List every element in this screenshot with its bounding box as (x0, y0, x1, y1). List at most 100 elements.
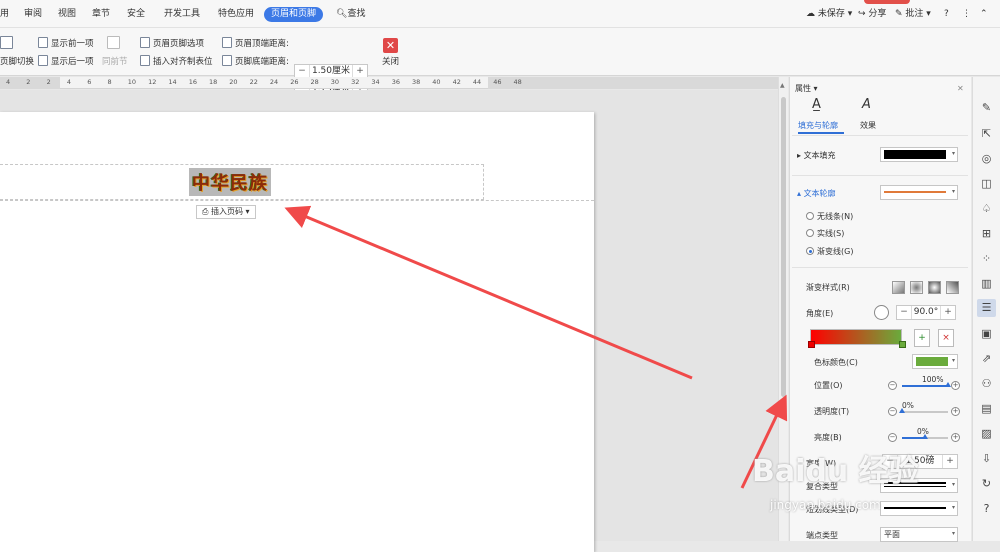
scrollbar-thumb[interactable] (781, 97, 786, 397)
close-icon[interactable]: ✕ (383, 38, 398, 53)
download-icon[interactable]: ⇩ (980, 452, 993, 465)
radio-solid-line[interactable]: 实线(S) (806, 228, 844, 239)
tab-developer[interactable]: 开发工具 (164, 7, 200, 22)
stop-color-dropdown[interactable]: ▾ (912, 354, 958, 369)
gradient-stop-end[interactable] (899, 341, 906, 348)
chart-icon[interactable]: ▥ (980, 277, 993, 290)
show-next-button[interactable]: 显示后一项 (38, 55, 94, 68)
comment-label: 批注 (905, 9, 924, 19)
text-outline-label: 文本轮廓 (803, 189, 836, 198)
increment-button[interactable]: + (941, 306, 955, 319)
increment-button[interactable]: + (951, 381, 960, 390)
cursor-icon[interactable]: ⇱ (980, 127, 993, 140)
angle-dial-icon[interactable] (874, 305, 889, 320)
increment-button[interactable]: + (943, 455, 957, 468)
help-icon[interactable]: ? (980, 502, 993, 515)
shapes-icon[interactable]: ◫ (980, 177, 993, 190)
tab-effects[interactable]: 效果 (860, 120, 876, 131)
tab-features[interactable]: 特色应用 (218, 7, 254, 22)
gradient-style-linear[interactable] (892, 281, 905, 294)
header-text[interactable]: 中华民族 (189, 168, 271, 196)
tab-view[interactable]: 视图 (58, 7, 76, 22)
text-outline-dropdown[interactable]: ▾ (880, 185, 958, 200)
position-slider[interactable] (902, 382, 951, 387)
grid-icon[interactable]: ⁘ (980, 252, 993, 265)
same-as-previous-icon (107, 36, 123, 51)
document-canvas[interactable]: 中华民族 ⎙ 插入页码 ▾ (0, 90, 778, 552)
ruler-number: 8 (107, 78, 112, 86)
position-label: 位置(O) (814, 381, 843, 390)
tab-fill-outline[interactable]: 填充与轮廓 (798, 120, 838, 131)
tab-references[interactable]: 用 (0, 7, 9, 22)
insert-page-number-button[interactable]: ⎙ 插入页码 ▾ (196, 205, 256, 219)
insert-align-tab-button[interactable]: 插入对齐制表位 (140, 55, 213, 68)
tab-review[interactable]: 审阅 (24, 7, 42, 22)
archive-icon[interactable]: ▤ (980, 402, 993, 415)
dash-type-dropdown[interactable]: ▾ (880, 501, 958, 516)
angle-value[interactable]: 90.0° (911, 306, 941, 319)
header-footer-switch-button[interactable]: 页脚切换 (0, 56, 34, 68)
ruler-number: 12 (148, 78, 157, 86)
connect-icon[interactable]: ⚇ (980, 377, 993, 390)
panel-close-icon[interactable]: ✕ (957, 83, 964, 94)
radio-no-line[interactable]: 无线条(N) (806, 211, 853, 222)
account-badge[interactable] (864, 0, 910, 4)
angle-stepper[interactable]: − 90.0° + (896, 305, 956, 320)
unsaved-button[interactable]: ☁ 未保存 ▾ (806, 7, 852, 22)
text-fill-outline-icon[interactable]: A̲ (812, 98, 821, 111)
share-button[interactable]: ↪ 分享 (858, 7, 886, 22)
comment-button[interactable]: ✎ 批注 ▾ (895, 7, 931, 22)
document-page[interactable]: 中华民族 ⎙ 插入页码 ▾ (0, 112, 594, 552)
text-fill-toggle[interactable]: ▸ 文本填充 (797, 150, 836, 161)
increment-button[interactable]: + (951, 407, 960, 416)
tab-header-footer[interactable]: 页眉和页脚 (264, 7, 324, 22)
decrement-button[interactable]: − (888, 433, 897, 442)
properties-icon[interactable]: ☰ (977, 299, 996, 317)
gradient-stop-start[interactable] (808, 341, 815, 348)
tab-search[interactable]: 🔍︎查找 (336, 7, 365, 22)
fill-icon[interactable]: ♤ (980, 202, 993, 215)
decrement-button[interactable]: − (888, 407, 897, 416)
gradient-style-radial[interactable] (910, 281, 923, 294)
gradient-style-rect[interactable] (928, 281, 941, 294)
ruler-number: 24 (269, 78, 279, 86)
cap-type-value: 平面 (884, 530, 900, 539)
decrement-button[interactable]: − (897, 306, 911, 319)
more-icon[interactable]: ⋮ (962, 7, 971, 22)
slider-knob[interactable] (922, 434, 928, 439)
help-button[interactable]: ? (944, 7, 949, 22)
pen-icon[interactable]: ✎ (980, 101, 993, 114)
share-export-icon[interactable]: ⇗ (980, 352, 993, 365)
gradient-style-path[interactable] (946, 281, 959, 294)
horizontal-ruler[interactable]: 4 2 2 4 6 8 10 12 14 16 18 20 22 24 26 28 30 32 34 36 38 40 42… (0, 77, 778, 89)
image-icon[interactable]: ▣ (980, 327, 993, 340)
cap-type-dropdown[interactable]: 平面 ▾ (880, 527, 958, 542)
collapse-icon[interactable]: ⌃ (980, 7, 988, 22)
tab-security[interactable]: 安全 (127, 7, 145, 22)
transparency-slider[interactable] (899, 408, 948, 413)
panel-title[interactable]: 属性 ▾ (795, 83, 818, 94)
ruler-number: 36 (391, 78, 400, 86)
location-icon[interactable]: ◎ (980, 152, 993, 165)
text-fill-color-dropdown[interactable]: ▾ (880, 147, 958, 162)
history-icon[interactable]: ↻ (980, 477, 993, 490)
tab-chapter[interactable]: 章节 (92, 7, 110, 22)
decrement-button[interactable]: − (888, 381, 897, 390)
text-outline-toggle[interactable]: ▴ 文本轮廓 (797, 188, 836, 199)
text-effects-icon[interactable]: A (862, 98, 871, 111)
brightness-slider[interactable] (902, 434, 948, 439)
show-previous-button[interactable]: 显示前一项 (38, 37, 94, 50)
same-as-previous-button[interactable]: 同前节 (102, 56, 128, 68)
table-icon[interactable]: ⊞ (980, 227, 993, 240)
gradient-bar[interactable] (810, 329, 902, 345)
scroll-up-icon[interactable]: ▲ (780, 82, 785, 89)
increment-button[interactable]: + (951, 433, 960, 442)
photo-icon[interactable]: ▨ (980, 427, 993, 440)
radio-gradient-line[interactable]: 渐变线(G) (806, 246, 853, 257)
close-label[interactable]: 关闭 (382, 56, 399, 68)
options-icon (140, 37, 150, 48)
remove-stop-icon[interactable]: × (938, 329, 954, 347)
header-footer-options-button[interactable]: 页眉页脚选项 (140, 37, 204, 50)
slider-knob[interactable] (899, 408, 905, 413)
add-stop-icon[interactable]: + (914, 329, 930, 347)
